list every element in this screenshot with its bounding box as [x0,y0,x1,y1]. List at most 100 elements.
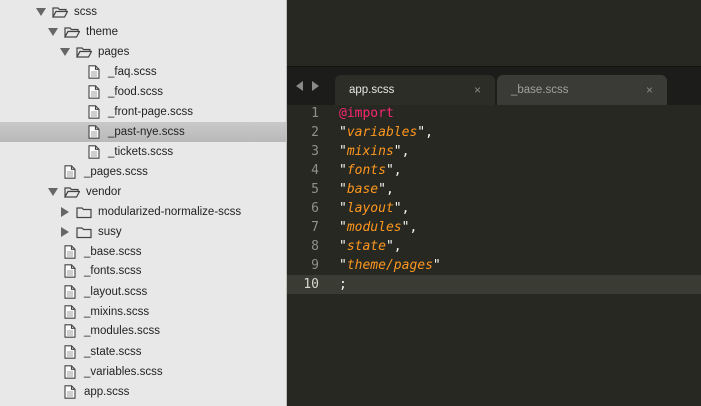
file-icon [62,264,78,278]
tree-file-item[interactable]: _state.scss [0,342,286,362]
punctuation-token: " [432,258,441,273]
tree-folder-item[interactable]: pages [0,42,286,62]
tree-file-item[interactable]: _tickets.scss [0,142,286,162]
nav-forward-arrow-icon[interactable] [312,81,319,91]
line-number: 9 [311,258,319,273]
tree-file-item[interactable]: _base.scss [0,242,286,262]
nav-back-arrow-icon[interactable] [296,81,303,91]
file-icon [62,345,78,359]
tree-file-item[interactable]: _variables.scss [0,362,286,382]
punctuation-token: ", [393,201,410,216]
punctuation-token: " [339,144,347,159]
line-number: 6 [311,201,319,216]
tree-item-label: modularized-normalize-scss [98,206,242,218]
line-number: 8 [311,239,319,254]
tree-item-label: theme [86,26,118,38]
line-number: 7 [311,220,319,235]
close-tab-icon[interactable]: × [646,83,653,97]
code-line[interactable]: 2 "variables", [287,123,701,142]
tree-item-label: _pages.scss [84,166,148,178]
tree-item-label: _front-page.scss [108,106,194,118]
tree-folder-item[interactable]: theme [0,22,286,42]
tree-file-item[interactable]: _past-nye.scss [0,122,286,142]
tree-file-item[interactable]: _front-page.scss [0,102,286,122]
code-text: "modules", [339,218,417,237]
punctuation-token: ", [401,220,418,235]
punctuation-token: " [339,163,347,178]
code-line[interactable]: 9 "theme/pages" [287,256,701,275]
punctuation-token: " [339,258,347,273]
punctuation-token: " [339,201,347,216]
line-number: 10 [303,277,319,292]
file-icon [86,145,102,159]
disclosure-right-icon[interactable] [58,207,72,217]
tree-file-item[interactable]: _food.scss [0,82,286,102]
code-text: "variables", [339,123,433,142]
disclosure-right-icon[interactable] [58,227,72,237]
disclosure-down-icon[interactable] [46,28,60,36]
tree-item-label: vendor [86,186,122,198]
disclosure-down-icon[interactable] [46,188,60,196]
punctuation-token: " [339,239,347,254]
tree-item-label: _variables.scss [84,366,163,378]
tab-app-scss[interactable]: app.scss × [335,75,495,105]
close-tab-icon[interactable]: × [474,83,481,97]
tree-file-item[interactable]: _layout.scss [0,282,286,302]
folder-open-icon [76,45,92,59]
code-line[interactable]: 1 @import [287,104,701,123]
file-icon [86,85,102,99]
file-icon [86,125,102,139]
code-text: "mixins", [339,142,409,161]
tab-base-scss[interactable]: _base.scss × [497,75,667,105]
folder-open-icon [52,5,68,19]
code-line[interactable]: 10; [287,275,701,294]
tree-folder-item[interactable]: susy [0,222,286,242]
code-line[interactable]: 6 "layout", [287,199,701,218]
code-text: "base", [339,180,394,199]
code-editor[interactable]: app.scss × _base.scss × 1 @import 2 "variab… [287,0,701,406]
folder-icon [76,225,92,239]
tree-folder-item[interactable]: vendor [0,182,286,202]
tree-item-label: _food.scss [108,86,163,98]
tree-item-label: _past-nye.scss [108,126,185,138]
code-line[interactable]: 7 "modules", [287,218,701,237]
disclosure-down-icon[interactable] [58,48,72,56]
line-number: 3 [311,144,319,159]
punctuation-token: " [339,125,347,140]
code-area[interactable]: 1 @import 2 "variables", 3 "mixins", 4 "fonts",… [287,104,701,294]
code-text: "theme/pages" [339,256,441,275]
file-icon [62,324,78,338]
tree-item-label: _tickets.scss [108,146,174,158]
tab-label: _base.scss [511,84,569,96]
folder-open-icon [64,25,80,39]
file-icon [86,65,102,79]
string-token: state [346,239,386,254]
tree-file-item[interactable]: _faq.scss [0,62,286,82]
code-line[interactable]: 4 "fonts", [287,161,701,180]
code-text: "fonts", [339,161,402,180]
tree-file-item[interactable]: app.scss [0,382,286,402]
tree-folder-item[interactable]: modularized-normalize-scss [0,202,286,222]
tree-file-item[interactable]: _modules.scss [0,321,286,341]
string-token: base [346,182,379,197]
tree-item-label: app.scss [84,386,130,398]
punctuation-token: ", [385,163,402,178]
disclosure-down-icon[interactable] [34,8,48,16]
file-icon [62,245,78,259]
tree-item-label: _fonts.scss [84,265,142,277]
line-number: 1 [311,106,319,121]
file-icon [62,385,78,399]
code-line[interactable]: 3 "mixins", [287,142,701,161]
tree-file-item[interactable]: _fonts.scss [0,261,286,281]
file-icon [62,165,78,179]
tree-file-item[interactable]: _mixins.scss [0,302,286,322]
string-token: layout [346,201,394,216]
string-token: mixins [346,144,394,159]
code-text: ; [339,275,347,294]
code-line[interactable]: 8 "state", [287,237,701,256]
string-token: modules [346,220,402,235]
code-line[interactable]: 5 "base", [287,180,701,199]
tree-folder-item[interactable]: scss [0,2,286,22]
tree-file-item[interactable]: _pages.scss [0,162,286,182]
line-number: 5 [311,182,319,197]
